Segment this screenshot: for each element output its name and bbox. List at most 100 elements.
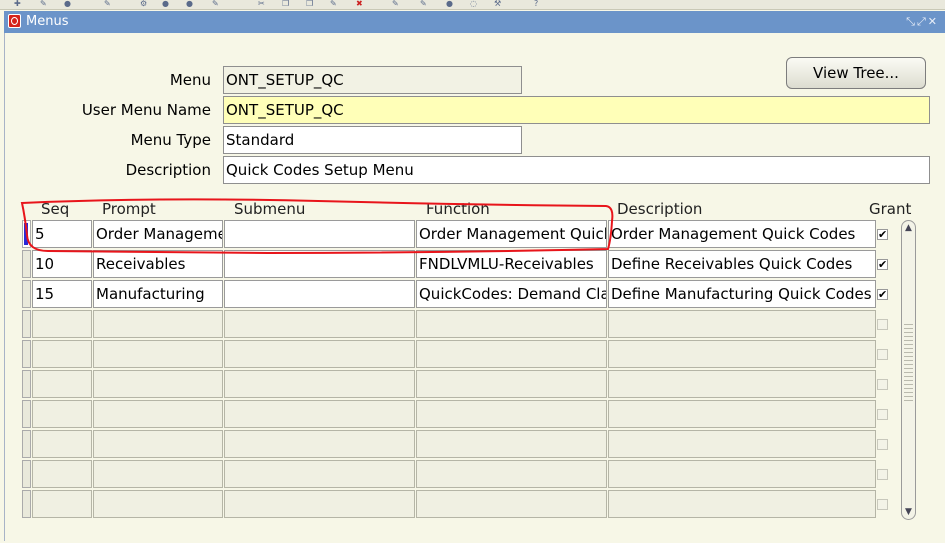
- empty-cell[interactable]: [32, 460, 92, 488]
- empty-cell[interactable]: [32, 340, 92, 368]
- seq-cell[interactable]: 10: [32, 250, 92, 278]
- cut-icon[interactable]: ✂: [258, 0, 265, 8]
- paste-icon[interactable]: ❐: [306, 0, 313, 8]
- prompt-cell[interactable]: Manufacturing: [93, 280, 223, 308]
- empty-cell[interactable]: [93, 490, 223, 518]
- grant-checkbox[interactable]: [877, 469, 888, 480]
- new-icon[interactable]: ✚: [14, 0, 21, 8]
- grant-checkbox[interactable]: [877, 349, 888, 360]
- tools-icon[interactable]: ⚒: [494, 0, 501, 8]
- submenu-cell[interactable]: [224, 250, 415, 278]
- record-indicator[interactable]: [22, 340, 31, 368]
- grid-scrollbar[interactable]: ▲ ▼: [901, 220, 916, 520]
- scroll-up-icon[interactable]: ▲: [902, 223, 915, 233]
- record-indicator[interactable]: [22, 400, 31, 428]
- function-cell[interactable]: Order Management Quick Codes: [416, 220, 607, 248]
- empty-cell[interactable]: [416, 340, 607, 368]
- zoom-icon[interactable]: ●: [186, 0, 193, 8]
- folder-icon[interactable]: ✎: [420, 0, 427, 8]
- empty-cell[interactable]: [32, 430, 92, 458]
- function-cell[interactable]: QuickCodes: Demand Class: [416, 280, 607, 308]
- open-icon[interactable]: ✎: [40, 0, 47, 8]
- record-indicator[interactable]: [22, 250, 31, 278]
- grant-checkbox[interactable]: [877, 409, 888, 420]
- empty-cell[interactable]: [93, 460, 223, 488]
- empty-cell[interactable]: [416, 370, 607, 398]
- edit-field-icon[interactable]: ✎: [392, 0, 399, 8]
- empty-cell[interactable]: [416, 460, 607, 488]
- window-titlebar[interactable]: Menus ⤡⤢✕: [4, 11, 945, 33]
- empty-cell[interactable]: [93, 340, 223, 368]
- record-indicator[interactable]: [22, 490, 31, 518]
- empty-cell[interactable]: [224, 400, 415, 428]
- minimize-icon[interactable]: ⤡: [906, 15, 917, 28]
- empty-cell[interactable]: [224, 310, 415, 338]
- description-cell[interactable]: Define Manufacturing Quick Codes: [608, 280, 876, 308]
- print-icon[interactable]: ✎: [104, 0, 111, 8]
- empty-cell[interactable]: [93, 400, 223, 428]
- navigator-icon[interactable]: ●: [162, 0, 169, 8]
- empty-cell[interactable]: [93, 310, 223, 338]
- empty-cell[interactable]: [224, 430, 415, 458]
- maximize-icon[interactable]: ⤢: [917, 15, 928, 28]
- find-icon[interactable]: ⚙: [140, 0, 147, 8]
- record-indicator[interactable]: [22, 430, 31, 458]
- empty-cell[interactable]: [608, 400, 876, 428]
- scroll-thumb[interactable]: [904, 321, 913, 401]
- empty-cell[interactable]: [608, 370, 876, 398]
- empty-cell[interactable]: [32, 310, 92, 338]
- empty-cell[interactable]: [416, 310, 607, 338]
- submenu-cell[interactable]: [224, 280, 415, 308]
- save-icon[interactable]: ●: [64, 0, 71, 8]
- grant-checkbox[interactable]: ✔: [877, 289, 888, 300]
- menu-type-field[interactable]: Standard: [223, 126, 522, 154]
- empty-cell[interactable]: [224, 460, 415, 488]
- empty-cell[interactable]: [93, 370, 223, 398]
- empty-cell[interactable]: [608, 430, 876, 458]
- description-cell[interactable]: Order Management Quick Codes: [608, 220, 876, 248]
- empty-cell[interactable]: [224, 340, 415, 368]
- empty-cell[interactable]: [416, 490, 607, 518]
- submenu-cell[interactable]: [224, 220, 415, 248]
- empty-cell[interactable]: [93, 430, 223, 458]
- empty-cell[interactable]: [416, 430, 607, 458]
- seq-cell[interactable]: 5: [32, 220, 92, 248]
- user-menu-name-field[interactable]: ONT_SETUP_QC: [223, 96, 930, 124]
- empty-cell[interactable]: [32, 370, 92, 398]
- clear-icon[interactable]: ✎: [330, 0, 337, 8]
- view-tree-button[interactable]: View Tree...: [786, 57, 926, 89]
- record-indicator[interactable]: [22, 460, 31, 488]
- empty-cell[interactable]: [32, 490, 92, 518]
- grant-checkbox[interactable]: [877, 319, 888, 330]
- function-cell[interactable]: FNDLVMLU-Receivables: [416, 250, 607, 278]
- translation-icon[interactable]: ✎: [212, 0, 219, 8]
- record-indicator[interactable]: [22, 310, 31, 338]
- help-icon[interactable]: ?: [534, 0, 538, 8]
- grant-checkbox[interactable]: [877, 499, 888, 510]
- description-field[interactable]: Quick Codes Setup Menu: [223, 156, 930, 184]
- empty-cell[interactable]: [32, 400, 92, 428]
- grant-checkbox[interactable]: [877, 379, 888, 390]
- description-cell[interactable]: Define Receivables Quick Codes: [608, 250, 876, 278]
- empty-cell[interactable]: [416, 400, 607, 428]
- attachments-icon[interactable]: ●: [446, 0, 453, 8]
- record-indicator[interactable]: [22, 370, 31, 398]
- empty-cell[interactable]: [608, 490, 876, 518]
- record-indicator[interactable]: [22, 220, 31, 248]
- recent-icon[interactable]: ◌: [470, 0, 477, 8]
- menu-field[interactable]: ONT_SETUP_QC: [223, 66, 522, 94]
- copy-icon[interactable]: ❐: [282, 0, 289, 8]
- grant-checkbox[interactable]: [877, 439, 888, 450]
- delete-icon[interactable]: ✖: [356, 0, 363, 8]
- empty-cell[interactable]: [224, 490, 415, 518]
- grant-checkbox[interactable]: ✔: [877, 259, 888, 270]
- empty-cell[interactable]: [608, 460, 876, 488]
- prompt-cell[interactable]: Order Management: [93, 220, 223, 248]
- grant-checkbox[interactable]: ✔: [877, 229, 888, 240]
- seq-cell[interactable]: 15: [32, 280, 92, 308]
- empty-cell[interactable]: [224, 370, 415, 398]
- record-indicator[interactable]: [22, 280, 31, 308]
- close-icon[interactable]: ✕: [928, 15, 939, 28]
- empty-cell[interactable]: [608, 310, 876, 338]
- empty-cell[interactable]: [608, 340, 876, 368]
